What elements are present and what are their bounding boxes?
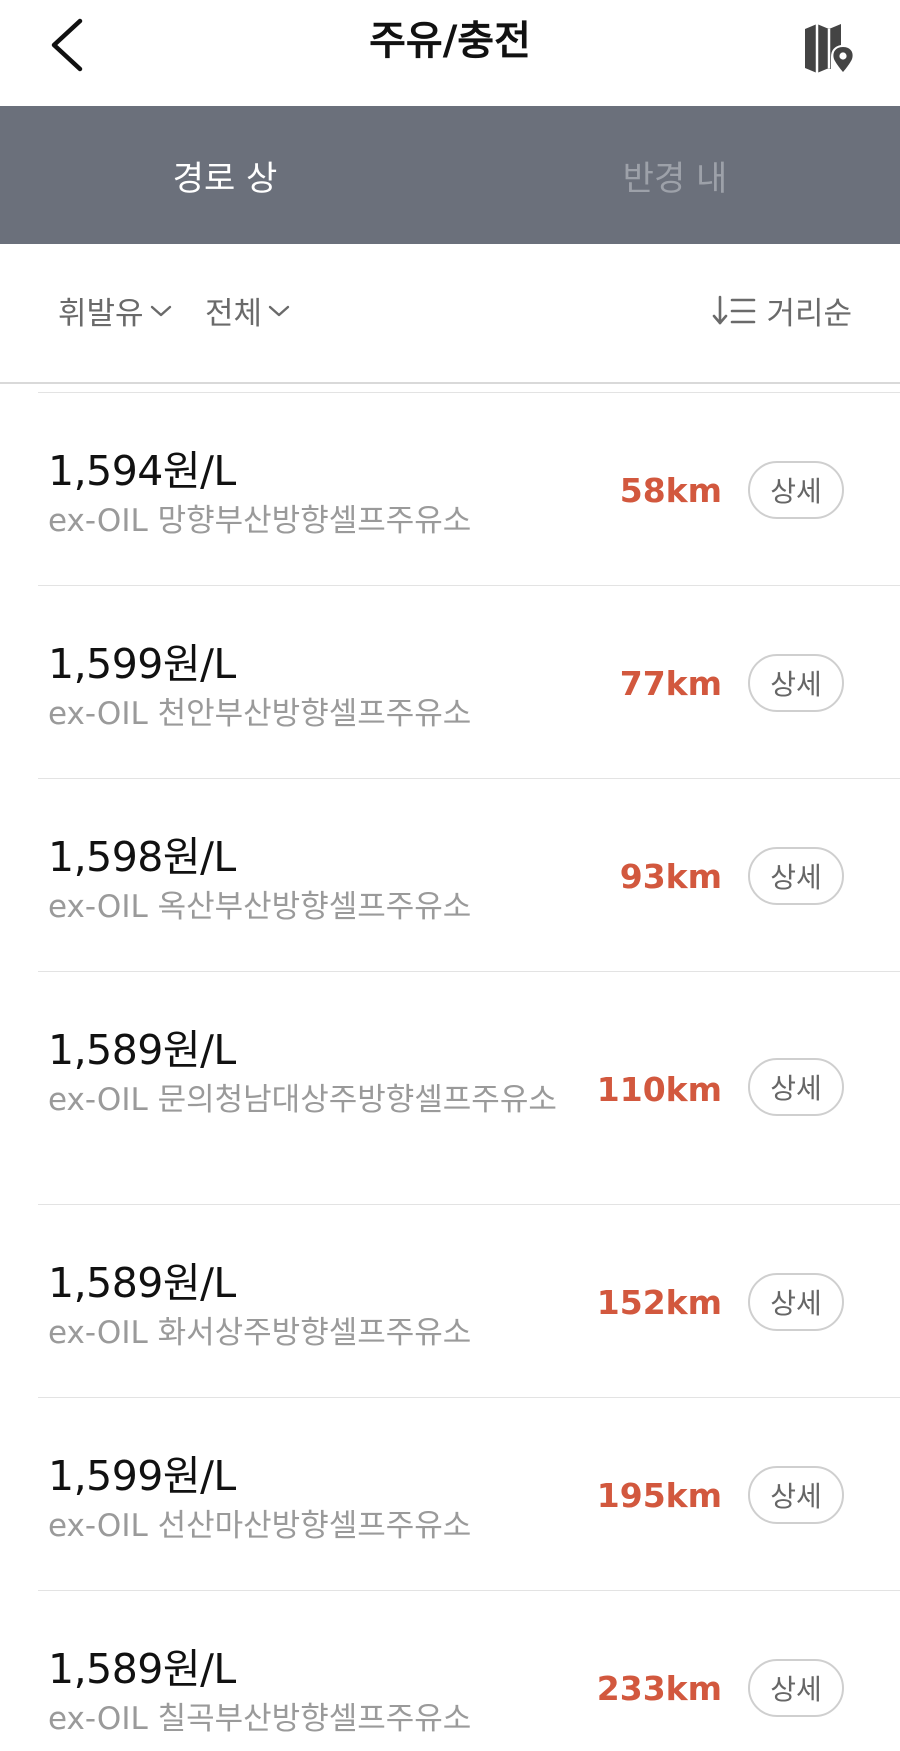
station-row[interactable]: 1,589원/L ex-OIL 칠곡부산방향셀프주유소 233km 상세	[38, 1590, 900, 1751]
station-name: ex-OIL 문의청남대상주방향셀프주유소	[48, 1082, 557, 1118]
station-row[interactable]: 1,594원/L ex-OIL 망향부산방향셀프주유소 58km 상세	[38, 392, 900, 585]
station-price: 1,594원/L	[48, 447, 236, 495]
brand-dropdown[interactable]: 전체	[205, 288, 290, 333]
station-row[interactable]: 1,598원/L ex-OIL 옥산부산방향셀프주유소 93km 상세	[38, 778, 900, 971]
station-row[interactable]: 1,599원/L ex-OIL 선산마산방향셀프주유소 195km 상세	[38, 1397, 900, 1590]
detail-button[interactable]: 상세	[748, 1273, 844, 1331]
detail-button[interactable]: 상세	[748, 461, 844, 519]
station-row[interactable]: 1,599원/L ex-OIL 천안부산방향셀프주유소 77km 상세	[38, 585, 900, 778]
station-distance: 195km	[596, 1476, 722, 1515]
station-list: 1,594원/L ex-OIL 망향부산방향셀프주유소 58km 상세 1,59…	[0, 392, 900, 1751]
station-name: ex-OIL 옥산부산방향셀프주유소	[48, 889, 472, 925]
chevron-down-icon	[268, 305, 290, 316]
sort-label: 거리순	[766, 296, 852, 332]
map-view-button[interactable]	[794, 12, 864, 82]
station-distance: 58km	[619, 471, 722, 510]
chevron-down-icon	[150, 305, 171, 316]
page-title: 주유/충전	[369, 18, 531, 64]
station-row[interactable]: 1,589원/L ex-OIL 화서상주방향셀프주유소 152km 상세	[38, 1204, 900, 1397]
station-distance: 77km	[619, 664, 722, 703]
sort-button[interactable]: 거리순	[712, 288, 852, 333]
station-name: ex-OIL 화서상주방향셀프주유소	[48, 1315, 472, 1351]
tab-within-radius[interactable]: 반경 내	[450, 106, 900, 244]
filter-bar: 휘발유 전체 거리순	[0, 244, 900, 384]
map-pin-icon	[805, 24, 853, 73]
brand-label: 전체	[205, 296, 263, 332]
station-price: 1,589원/L	[48, 1645, 236, 1693]
tab-bar: 경로 상 반경 내	[0, 106, 900, 244]
station-distance: 233km	[596, 1669, 722, 1708]
station-price: 1,598원/L	[48, 833, 236, 881]
station-distance: 110km	[596, 1070, 722, 1109]
station-name: ex-OIL 칠곡부산방향셀프주유소	[48, 1701, 472, 1737]
station-name: ex-OIL 천안부산방향셀프주유소	[48, 696, 472, 732]
detail-button[interactable]: 상세	[748, 1058, 844, 1116]
tab-on-route[interactable]: 경로 상	[0, 106, 450, 244]
fuel-type-label: 휘발유	[58, 296, 144, 332]
station-distance: 152km	[596, 1283, 722, 1322]
detail-button[interactable]: 상세	[748, 847, 844, 905]
station-row[interactable]: 1,589원/L ex-OIL 문의청남대상주방향셀프주유소 110km 상세	[38, 971, 900, 1204]
station-price: 1,589원/L	[48, 1259, 236, 1307]
app-header: 주유/충전	[0, 0, 900, 106]
detail-button[interactable]: 상세	[748, 1466, 844, 1524]
detail-button[interactable]: 상세	[748, 654, 844, 712]
detail-button[interactable]: 상세	[748, 1659, 844, 1717]
station-name: ex-OIL 망향부산방향셀프주유소	[48, 503, 472, 539]
fuel-type-dropdown[interactable]: 휘발유	[58, 288, 172, 333]
sort-icon	[713, 295, 756, 324]
station-price: 1,599원/L	[48, 640, 236, 688]
station-price: 1,589원/L	[48, 1026, 236, 1074]
station-distance: 93km	[619, 857, 722, 896]
station-price: 1,599원/L	[48, 1452, 236, 1500]
station-name: ex-OIL 선산마산방향셀프주유소	[48, 1508, 472, 1544]
